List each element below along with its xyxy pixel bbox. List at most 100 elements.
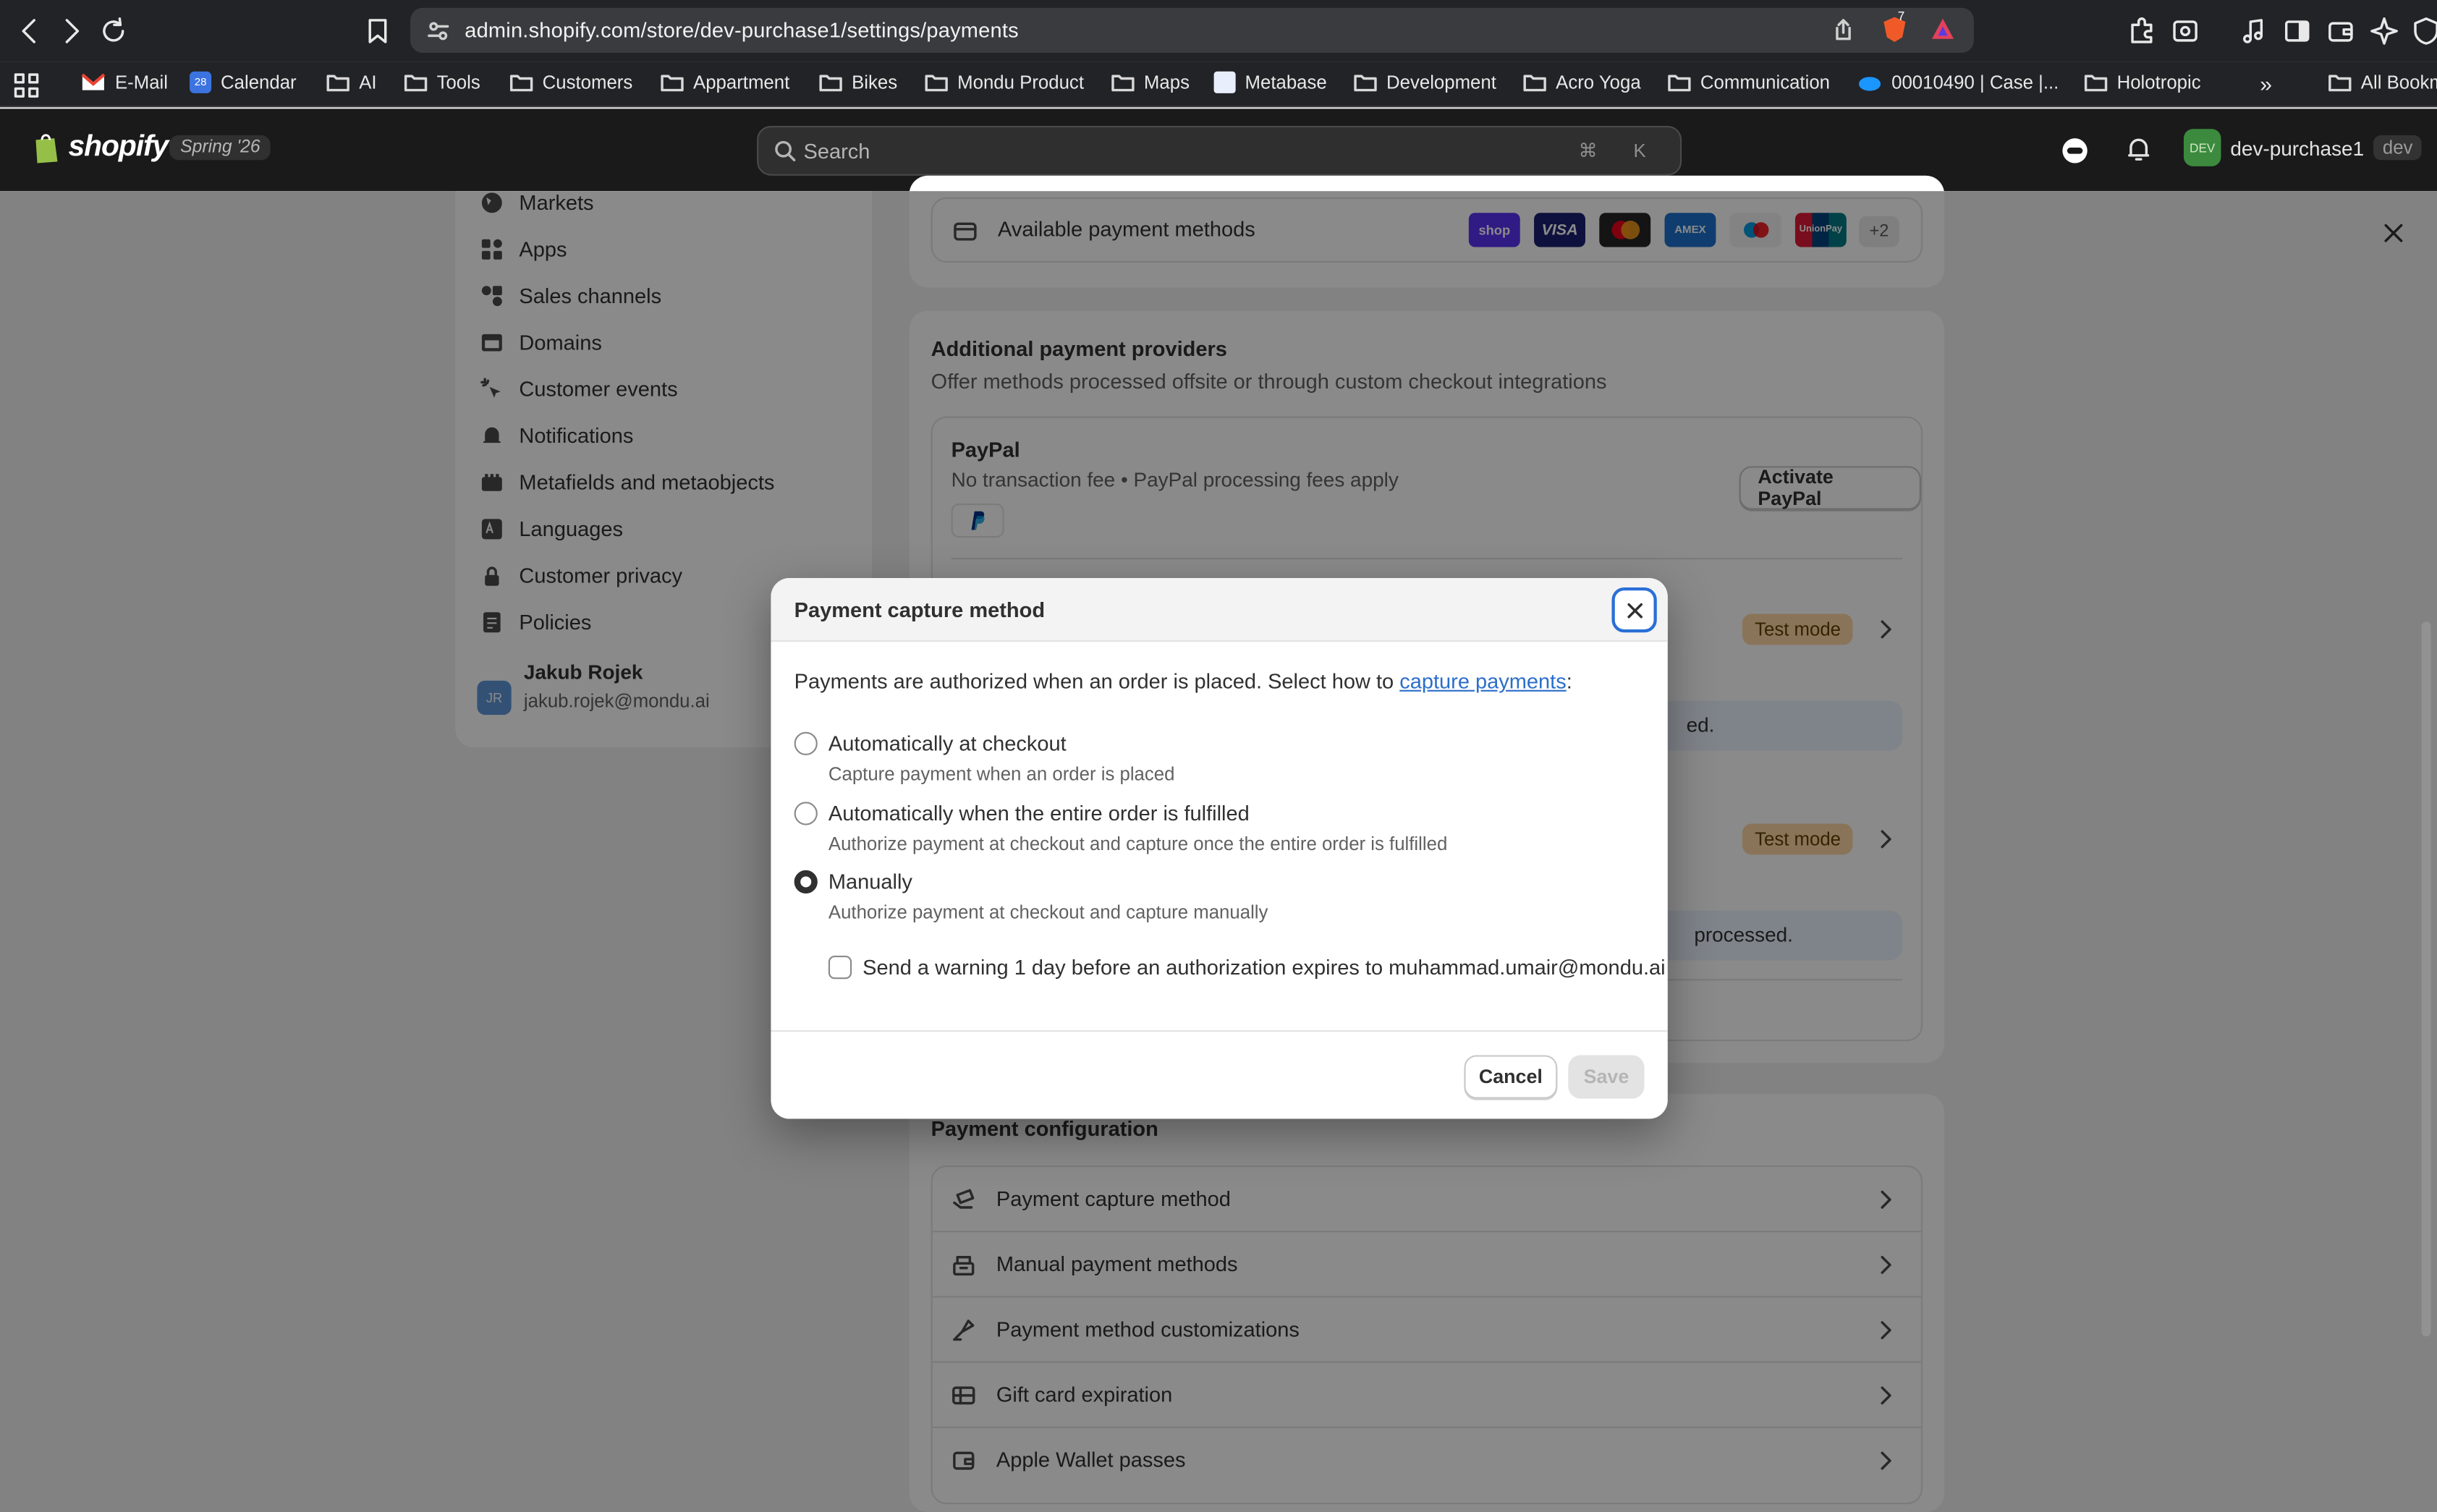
bookmark-folder-development[interactable]: Development	[1354, 72, 1496, 93]
option-label: Automatically at checkout	[828, 731, 1067, 755]
tab-search-icon[interactable]	[2168, 14, 2202, 48]
bookmark-folder-tools[interactable]: Tools	[404, 72, 480, 93]
bookmark-label: Metabase	[1245, 71, 1327, 93]
intro-text: Payments are authorized when an order is…	[794, 669, 1400, 694]
bookmarks-bar: E-Mail 28 Calendar AI Tools Customers App…	[0, 61, 2437, 108]
bookmark-label: Mondu Product	[957, 71, 1084, 93]
bookmark-label: Maps	[1143, 71, 1190, 93]
option-description: Capture payment when an order is placed	[828, 763, 1175, 785]
intro-suffix: :	[1566, 669, 1572, 694]
bookmark-label: All Bookm	[2360, 71, 2437, 93]
folder-icon	[1668, 75, 1691, 92]
bookmark-folder-customers[interactable]: Customers	[509, 71, 633, 93]
capture-payments-link[interactable]: capture payments	[1399, 670, 1567, 693]
bookmarks-overflow-icon[interactable]: »	[2260, 72, 2272, 96]
bookmark-folder-mondu-product[interactable]: Mondu Product	[925, 72, 1084, 93]
folder-icon	[1523, 75, 1546, 92]
modal-header: Payment capture method	[771, 578, 1668, 642]
vpn-icon[interactable]	[2409, 14, 2437, 48]
back-icon[interactable]	[12, 14, 46, 48]
apps-grid-icon[interactable]	[12, 72, 41, 100]
bookmark-metabase[interactable]: Metabase	[1213, 71, 1327, 93]
bookmark-label: Acro Yoga	[1556, 71, 1641, 93]
bookmark-folder-holotropic[interactable]: Holotropic	[2084, 71, 2201, 93]
expiry-warning-checkbox[interactable]	[828, 956, 852, 980]
bookmark-folder-all[interactable]: All Bookm	[2328, 72, 2437, 93]
reload-icon[interactable]	[96, 14, 130, 48]
search-icon	[774, 140, 796, 161]
modal-footer: Cancel Save	[771, 1030, 1668, 1118]
sidebar-icon[interactable]	[2280, 14, 2314, 48]
bookmark-label: AI	[359, 71, 377, 93]
bookmark-label: 00010490 | Case |...	[1891, 71, 2059, 93]
search-shortcut: ⌘ K	[1578, 140, 1662, 162]
option-description: Authorize payment at checkout and captur…	[828, 833, 1448, 855]
bookmark-label: Calendar	[221, 71, 297, 93]
option-description: Authorize payment at checkout and captur…	[828, 901, 1268, 923]
radio-automatic-fulfilled[interactable]	[794, 802, 818, 825]
bookmark-label: Development	[1386, 71, 1496, 93]
calendar-icon: 28	[190, 71, 212, 93]
option-label: Manually	[828, 870, 912, 894]
folder-icon	[2328, 75, 2352, 92]
address-bar[interactable]: admin.shopify.com/store/dev-purchase1/se…	[410, 7, 1974, 54]
expiry-warning-label: Send a warning 1 day before an authoriza…	[863, 956, 1666, 980]
folder-icon	[404, 75, 428, 92]
bookmark-folder-maps[interactable]: Maps	[1111, 72, 1190, 93]
save-button[interactable]: Save	[1568, 1055, 1645, 1099]
folder-icon	[925, 75, 948, 92]
account-menu[interactable]: DEV dev-purchase1 dev	[2183, 129, 2423, 166]
forward-icon[interactable]	[54, 14, 88, 48]
bookmark-folder-appartment[interactable]: Appartment	[661, 72, 789, 93]
notifications-bell-icon[interactable]	[2124, 135, 2153, 163]
bookmark-label: Appartment	[693, 71, 790, 93]
radio-automatic-checkout[interactable]	[794, 731, 818, 755]
folder-icon	[1111, 75, 1135, 92]
bookmark-label: Communication	[1700, 71, 1831, 93]
bookmark-icon[interactable]	[360, 14, 394, 48]
cancel-button[interactable]: Cancel	[1464, 1055, 1558, 1099]
environment-badge: dev	[2373, 135, 2423, 161]
share-icon[interactable]	[1831, 17, 1855, 42]
folder-icon	[661, 75, 684, 92]
bookmark-folder-bikes[interactable]: Bikes	[819, 72, 897, 93]
bookmark-label: Bikes	[852, 71, 898, 93]
salesforce-cloud-icon	[1859, 76, 1881, 90]
bookmark-label: Holotropic	[2116, 71, 2201, 93]
sidekick-icon[interactable]	[2059, 135, 2090, 166]
bookmark-email[interactable]: E-Mail	[81, 72, 168, 93]
bookmark-folder-ai[interactable]: AI	[326, 71, 377, 93]
extensions-icon[interactable]	[2124, 14, 2158, 48]
release-badge[interactable]: Spring '26	[169, 135, 271, 161]
folder-icon	[1354, 75, 1377, 92]
folder-icon	[509, 75, 533, 92]
bookmark-calendar[interactable]: 28 Calendar	[190, 71, 297, 93]
bookmark-folder-acro-yoga[interactable]: Acro Yoga	[1523, 72, 1641, 93]
folder-icon	[326, 75, 349, 92]
wallet-icon[interactable]	[2323, 14, 2357, 48]
site-settings-icon[interactable]	[426, 19, 451, 43]
bookmark-label: E-Mail	[114, 71, 169, 93]
bookmark-folder-communication[interactable]: Communication	[1668, 72, 1830, 93]
folder-icon	[819, 75, 842, 92]
media-icon[interactable]	[2237, 14, 2271, 48]
shopify-bag-icon	[35, 133, 58, 163]
browser-toolbar: admin.shopify.com/store/dev-purchase1/se…	[0, 0, 2437, 62]
radio-manually[interactable]	[794, 870, 818, 894]
bookmark-salesforce-case[interactable]: 00010490 | Case |...	[1857, 72, 2059, 93]
url-text: admin.shopify.com/store/dev-purchase1/se…	[465, 18, 1019, 42]
modal-intro: Payments are authorized when an order is…	[794, 670, 1572, 693]
search-placeholder: Search	[803, 140, 870, 163]
modal-close-button[interactable]	[1611, 587, 1657, 633]
store-name: dev-purchase1	[2230, 135, 2365, 160]
brave-rewards-icon[interactable]	[1929, 15, 1957, 43]
bookmark-label: Tools	[436, 71, 480, 93]
search-input[interactable]: Search ⌘ K	[757, 125, 1682, 176]
leo-ai-icon[interactable]	[2367, 14, 2401, 48]
payment-capture-modal: Payment capture method Payments are auth…	[771, 578, 1668, 1119]
page-scrollbar[interactable]	[2421, 621, 2431, 1337]
folder-icon	[2084, 75, 2108, 92]
shopify-logo[interactable]: shopify	[33, 130, 169, 164]
shopify-wordmark: shopify	[68, 130, 169, 163]
bookmark-label: Customers	[542, 71, 633, 93]
